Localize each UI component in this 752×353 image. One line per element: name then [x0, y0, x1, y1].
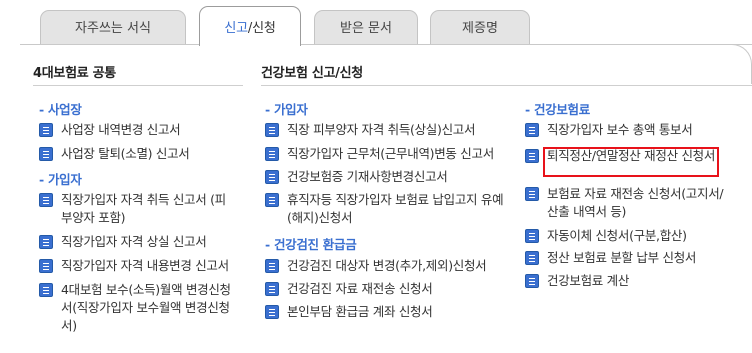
- document-icon: [265, 193, 279, 207]
- list-item[interactable]: 직장가입자 자격 내용변경 신고서: [39, 257, 249, 275]
- tab-certificates[interactable]: 제증명: [430, 10, 530, 44]
- document-icon: [265, 259, 279, 273]
- section-title-subscriber: - 가입자: [39, 172, 82, 187]
- list-item-label: 사업장 내역변경 신고서: [61, 122, 181, 137]
- document-icon: [265, 123, 279, 137]
- list-item[interactable]: 보험료 자료 재전송 신청서(고지서/산출 내역서 등): [525, 185, 725, 221]
- list-item-label: 건강보험료 계산: [547, 273, 630, 288]
- document-icon: [265, 305, 279, 319]
- list-item-label: 직장가입자 자격 상실 신고서: [61, 234, 207, 249]
- column-divider: [33, 85, 243, 86]
- document-icon: [265, 147, 279, 161]
- list-item[interactable]: 직장가입자 자격 취득 신고서 (피부양자 포함): [39, 191, 235, 227]
- panel-corner: [732, 44, 752, 84]
- list-item[interactable]: 휴직자등 직장가입자 보험료 납입고지 유예(해지)신청서: [265, 191, 515, 227]
- list-item-label: 직장가입자 근무처(근무내역)변동 신고서: [287, 146, 494, 161]
- list-item[interactable]: 건강보험료 계산: [525, 272, 740, 290]
- document-icon: [525, 251, 539, 265]
- tab-label: 받은 문서: [340, 21, 392, 36]
- document-icon: [265, 282, 279, 296]
- document-icon: [525, 123, 539, 137]
- list-item-label: 직장 피부양자 자격 취득(상실)신고서: [287, 122, 476, 137]
- document-icon: [525, 274, 539, 288]
- tab-frequent-forms[interactable]: 자주쓰는 서식: [40, 10, 186, 44]
- list-item-label: 본인부담 환급금 계좌 신청서: [287, 304, 433, 319]
- document-icon: [39, 235, 53, 249]
- column-title: 건강보험 신고/신청: [261, 66, 363, 81]
- document-icon: [39, 147, 53, 161]
- selection-highlight: [543, 147, 719, 177]
- list-item[interactable]: 건강검진 자료 재전송 신청서: [265, 280, 515, 298]
- document-icon: [39, 193, 53, 207]
- list-item[interactable]: 자동이체 신청서(구분,합산): [525, 227, 740, 245]
- section-title-health-checkup: - 건강검진 환급금: [265, 237, 357, 252]
- list-item-label: 4대보험 보수(소득)월액 변경신청서(직장가입자 보수월액 변경신청서): [61, 282, 231, 333]
- list-item[interactable]: 사업장 탈퇴(소멸) 신고서: [39, 145, 244, 163]
- list-item-label: 건강검진 대상자 변경(추가,제외)신청서: [287, 258, 487, 273]
- tab-bar: 자주쓰는 서식 신고/신청 받은 문서 제증명: [0, 0, 752, 84]
- list-item-label: 직장가입자 자격 내용변경 신고서: [61, 258, 229, 273]
- tab-label: 자주쓰는 서식: [75, 21, 151, 36]
- list-item-label: 사업장 탈퇴(소멸) 신고서: [61, 146, 190, 161]
- list-item-label: 휴직자등 직장가입자 보험료 납입고지 유예(해지)신청서: [287, 192, 504, 225]
- list-item[interactable]: 건강보험증 기재사항변경신고서: [265, 168, 515, 186]
- tab-label-report: 신고: [224, 21, 248, 36]
- document-icon: [265, 170, 279, 184]
- list-item-label: 정산 보험료 분할 납부 신청서: [547, 250, 697, 265]
- column-health-insurance: 건강보험 신고/신청: [261, 62, 363, 81]
- list-item-label: 건강검진 자료 재전송 신청서: [287, 281, 433, 296]
- document-icon: [39, 283, 53, 297]
- list-item[interactable]: 정산 보험료 분할 납부 신청서: [525, 249, 740, 267]
- list-item[interactable]: 직장가입자 보수 총액 통보서: [525, 121, 740, 139]
- list-item[interactable]: 건강검진 대상자 변경(추가,제외)신청서: [265, 257, 515, 275]
- document-icon: [525, 149, 539, 163]
- tab-report-request[interactable]: 신고/신청: [199, 6, 301, 46]
- list-item-label: 건강보험증 기재사항변경신고서: [287, 169, 448, 184]
- list-item[interactable]: 직장 피부양자 자격 취득(상실)신고서: [265, 121, 515, 139]
- tab-label-request: /신청: [247, 21, 276, 36]
- list-item[interactable]: 직장가입자 자격 상실 신고서: [39, 233, 249, 251]
- column-common: 4대보험료 공통: [33, 62, 116, 81]
- list-item-label: 직장가입자 자격 취득 신고서 (피부양자 포함): [61, 192, 226, 225]
- column-divider: [261, 85, 752, 86]
- list-item[interactable]: 4대보험 보수(소득)월액 변경신청서(직장가입자 보수월액 변경신청서): [39, 281, 239, 335]
- section-title-subscriber: - 가입자: [265, 102, 308, 117]
- document-icon: [525, 229, 539, 243]
- list-item-label: 직장가입자 보수 총액 통보서: [547, 122, 693, 137]
- section-title-health-premium: - 건강보험료: [525, 102, 590, 117]
- list-item[interactable]: 사업장 내역변경 신고서: [39, 121, 244, 139]
- list-item-label: 보험료 자료 재전송 신청서(고지서/산출 내역서 등): [547, 186, 724, 219]
- document-icon: [525, 187, 539, 201]
- tab-label: 신고/신청: [224, 7, 275, 51]
- list-item-label: 자동이체 신청서(구분,합산): [547, 228, 687, 243]
- tab-label: 제증명: [462, 21, 498, 36]
- list-item[interactable]: 직장가입자 근무처(근무내역)변동 신고서: [265, 145, 515, 163]
- tab-received-docs[interactable]: 받은 문서: [314, 10, 418, 44]
- section-title-workplace: - 사업장: [39, 102, 82, 117]
- column-title: 4대보험료 공통: [33, 66, 116, 81]
- document-icon: [39, 123, 53, 137]
- list-item[interactable]: 본인부담 환급금 계좌 신청서: [265, 303, 515, 321]
- document-icon: [39, 259, 53, 273]
